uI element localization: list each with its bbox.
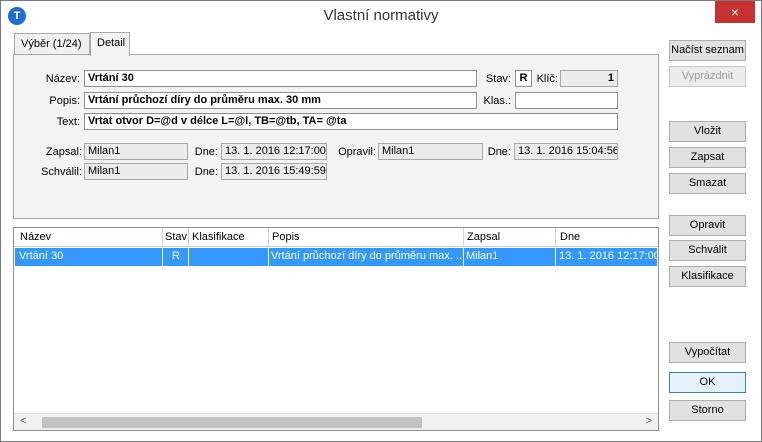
popis-field[interactable]: Vrtání průchozí díry do průměru max. 30 … — [84, 92, 477, 109]
cell-nazev: Vrtání 30 — [19, 250, 64, 262]
stav-label: Stav: — [485, 73, 511, 85]
table-header: Název Stav Klasifikace Popis Zapsal Dne — [14, 228, 658, 247]
nazev-label: Název: — [45, 73, 80, 85]
text-field[interactable]: Vrtat otvor D=@d v délce L=@l, TB=@tb, T… — [84, 113, 618, 130]
vypocitat-button[interactable]: Vypočítat — [669, 342, 746, 363]
title-bar: T Vlastní normativy × — [1, 1, 761, 31]
popis-label: Popis: — [49, 95, 80, 107]
schvalil-field[interactable]: Milan1 — [84, 163, 188, 180]
scroll-right-icon[interactable]: > — [646, 415, 652, 427]
opravil-field[interactable]: Milan1 — [378, 143, 483, 160]
smazat-button[interactable]: Smazat — [669, 173, 746, 194]
cell-popis: Vrtání průchozí díry do průměru max. ... — [271, 250, 462, 262]
col-header-zapsal[interactable]: Zapsal — [467, 231, 500, 243]
detail-panel: Název: Vrtání 30 Stav: R Klíč: 1 Popis: … — [13, 54, 659, 219]
cell-stav: R — [172, 250, 180, 262]
schvalil-label: Schválil: — [41, 166, 82, 178]
schvalil-dne-label: Dne: — [194, 166, 218, 178]
col-header-dne[interactable]: Dne — [560, 231, 580, 243]
records-table: Název Stav Klasifikace Popis Zapsal Dne … — [13, 227, 659, 431]
zapsat-button[interactable]: Zapsat — [669, 147, 746, 168]
zapsal-label: Zapsal: — [45, 146, 82, 158]
window-title: Vlastní normativy — [323, 7, 439, 24]
vlozit-button[interactable]: Vložit — [669, 121, 746, 142]
scroll-left-icon[interactable]: < — [20, 415, 26, 427]
klas-label: Klas.: — [483, 95, 511, 107]
stav-field[interactable]: R — [515, 70, 532, 87]
klas-field[interactable] — [515, 92, 618, 109]
horizontal-scrollbar[interactable]: < > — [14, 413, 658, 430]
dialog-window: T Vlastní normativy × Výběr (1/24) Detai… — [0, 0, 762, 442]
cell-zapsal: Milan1 — [466, 250, 499, 262]
storno-button[interactable]: Storno — [669, 400, 746, 421]
close-button[interactable]: × — [715, 1, 755, 23]
zapsal-dne-field[interactable]: 13. 1. 2016 12:17:00 — [221, 143, 327, 160]
klic-field[interactable]: 1 — [560, 70, 618, 87]
col-header-popis[interactable]: Popis — [272, 231, 300, 243]
tab-detail[interactable]: Detail — [90, 32, 130, 56]
klic-label: Klíč: — [536, 73, 558, 85]
nazev-field[interactable]: Vrtání 30 — [84, 70, 477, 87]
text-label: Text: — [56, 116, 80, 128]
klasifikace-button[interactable]: Klasifikace — [669, 266, 746, 287]
close-icon: × — [730, 4, 740, 20]
scrollbar-thumb[interactable] — [42, 417, 422, 428]
col-header-nazev[interactable]: Název — [20, 231, 51, 243]
opravil-label: Opravil: — [338, 146, 376, 158]
zapsal-dne-label: Dne: — [194, 146, 218, 158]
schvalit-button[interactable]: Schválit — [669, 240, 746, 261]
cell-dne: 13. 1. 2016 12:17:00 — [559, 250, 657, 262]
nacist-seznam-button[interactable]: Načíst seznam — [669, 40, 746, 61]
opravil-dne-field[interactable]: 13. 1. 2016 15:04:56 — [514, 143, 618, 160]
tab-vyber[interactable]: Výběr (1/24) — [14, 33, 90, 55]
opravit-button[interactable]: Opravit — [669, 215, 746, 236]
vyprazdnit-button[interactable]: Vyprázdnit — [669, 66, 746, 87]
opravil-dne-label: Dne: — [487, 146, 511, 158]
ok-button[interactable]: OK — [669, 372, 746, 393]
schvalil-dne-field[interactable]: 13. 1. 2016 15:49:59 — [221, 163, 327, 180]
zapsal-field[interactable]: Milan1 — [84, 143, 188, 160]
table-row[interactable]: Vrtání 30 R Vrtání průchozí díry do prům… — [15, 248, 657, 266]
col-header-stav[interactable]: Stav — [165, 231, 187, 243]
col-header-klasifikace[interactable]: Klasifikace — [192, 231, 245, 243]
